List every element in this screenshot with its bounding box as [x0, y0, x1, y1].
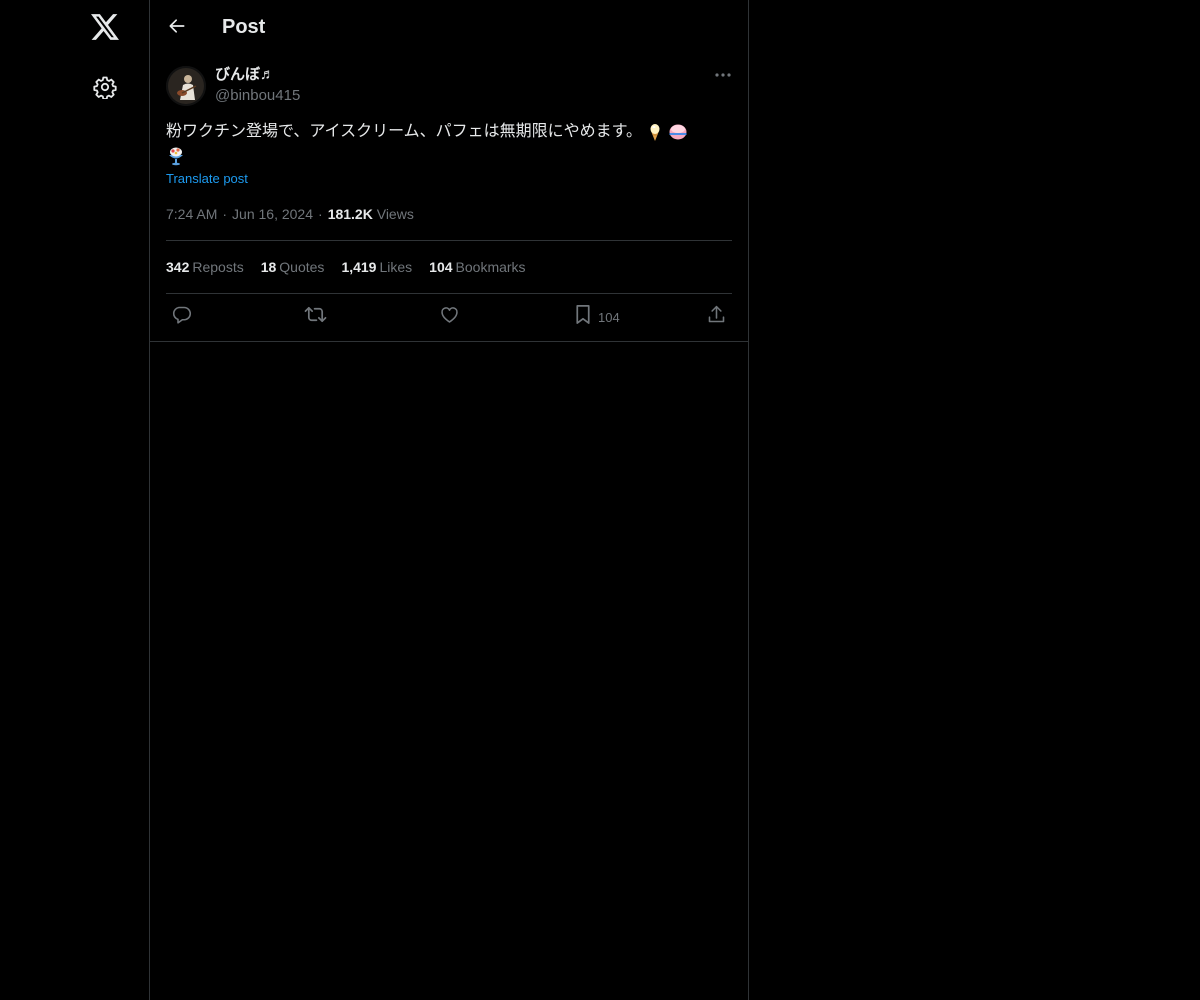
bookmark-icon: [573, 304, 593, 330]
author-handle[interactable]: @binbou415: [215, 86, 300, 106]
share-button[interactable]: [706, 304, 727, 330]
reply-icon: [171, 304, 192, 330]
reply-button[interactable]: [171, 304, 192, 330]
quotes-label: Quotes: [279, 259, 325, 275]
back-arrow-icon[interactable]: [162, 11, 192, 41]
like-button[interactable]: [439, 304, 460, 330]
quotes-stat[interactable]: 18 Quotes: [261, 257, 325, 277]
heart-icon: [439, 304, 460, 330]
likes-stat[interactable]: 1,419 Likes: [341, 257, 412, 277]
app-root: Post びんぼ♬ @binbou415 粉ワクチン登場で、アイスクリーム、パフ…: [0, 0, 1200, 1000]
post-time[interactable]: 7:24 AM: [166, 206, 217, 222]
x-logo-icon[interactable]: [86, 8, 124, 46]
nav-rail: [0, 0, 149, 1000]
reposts-stat[interactable]: 342 Reposts: [166, 257, 244, 277]
post-body-text: 粉ワクチン登場で、アイスクリーム、パフェは無期限にやめます。: [166, 121, 643, 140]
ice-cream-cone-emoji: [645, 122, 665, 142]
bookmarks-count: 104: [429, 259, 453, 275]
main-column: Post びんぼ♬ @binbou415 粉ワクチン登場で、アイスクリーム、パフ…: [149, 0, 749, 1000]
bookmarks-stat[interactable]: 104 Bookmarks: [429, 257, 525, 277]
quotes-count: 18: [260, 259, 277, 275]
gear-icon[interactable]: [89, 71, 121, 103]
bookmark-count: 104: [598, 309, 620, 325]
views-count: 181.2K: [327, 206, 373, 222]
share-icon: [706, 304, 727, 330]
more-options-icon[interactable]: [710, 65, 736, 85]
engagement-stats: 342 Reposts 18 Quotes 1,419 Likes 104 Bookmarks: [166, 257, 543, 277]
meta-separator: ·: [318, 206, 323, 222]
divider: [166, 293, 732, 294]
divider: [166, 240, 732, 241]
post-date[interactable]: Jun 16, 2024: [232, 206, 313, 222]
ice-cream-parfait-emoji: [166, 146, 186, 166]
header: Post: [150, 0, 748, 54]
page-title: Post: [222, 16, 266, 38]
views-label: Views: [376, 206, 414, 222]
bookmarks-label: Bookmarks: [455, 259, 526, 275]
repost-icon: [304, 304, 327, 330]
post-meta: 7:24 AM · Jun 16, 2024 · 181.2K Views: [166, 204, 414, 224]
likes-label: Likes: [379, 259, 413, 275]
action-bar: 104: [166, 304, 732, 332]
post: びんぼ♬ @binbou415 粉ワクチン登場で、アイスクリーム、パフェは無期限…: [150, 54, 748, 342]
likes-count: 1,419: [341, 259, 377, 275]
translate-post-link[interactable]: Translate post: [166, 170, 248, 188]
author-display-name[interactable]: びんぼ♬: [215, 65, 275, 85]
post-text: 粉ワクチン登場で、アイスクリーム、パフェは無期限にやめます。: [166, 119, 726, 167]
shaved-ice-emoji: [668, 122, 688, 142]
repost-button[interactable]: [304, 304, 327, 330]
reposts-label: Reposts: [192, 259, 244, 275]
avatar[interactable]: [166, 66, 206, 106]
bookmark-button[interactable]: 104: [573, 304, 620, 330]
meta-separator: ·: [222, 206, 228, 222]
reposts-count: 342: [166, 259, 190, 275]
